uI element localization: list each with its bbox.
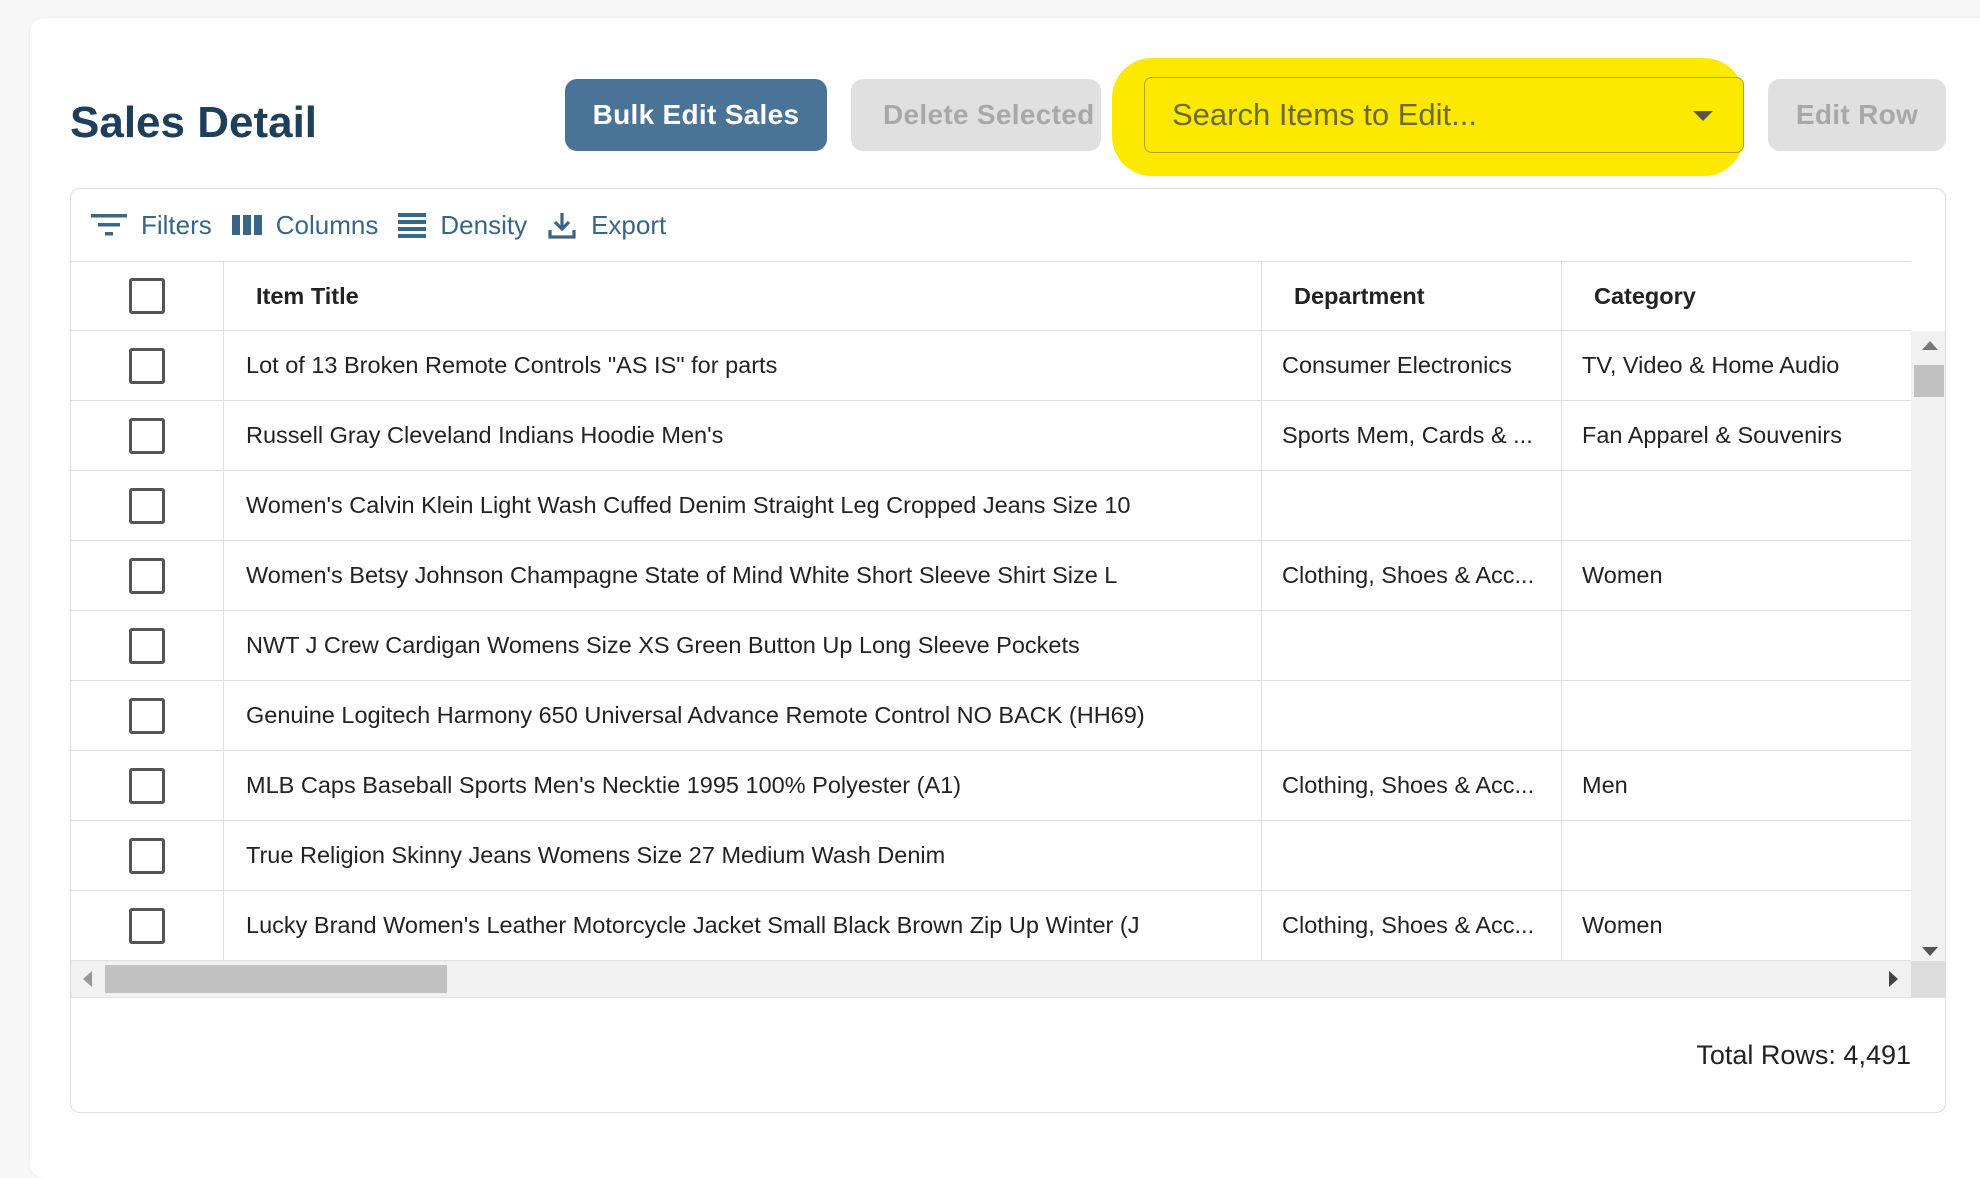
row-select-cell	[71, 331, 223, 400]
category-cell[interactable]	[1561, 821, 1911, 890]
page-title: Sales Detail	[70, 98, 318, 147]
row-select-cell	[71, 751, 223, 820]
download-icon	[548, 213, 576, 239]
department-cell[interactable]	[1261, 681, 1561, 750]
department-cell[interactable]	[1261, 611, 1561, 680]
horizontal-scrollbar[interactable]	[71, 961, 1911, 997]
category-cell[interactable]	[1561, 681, 1911, 750]
department-cell[interactable]: Clothing, Shoes & Acc...	[1261, 751, 1561, 820]
row-select-cell	[71, 471, 223, 540]
department-cell[interactable]: Sports Mem, Cards & ...	[1261, 401, 1561, 470]
item-title-cell[interactable]: NWT J Crew Cardigan Womens Size XS Green…	[223, 611, 1261, 680]
vertical-scroll-thumb[interactable]	[1914, 365, 1944, 397]
table-row[interactable]: Lot of 13 Broken Remote Controls "AS IS"…	[71, 331, 1911, 401]
item-title-cell[interactable]: True Religion Skinny Jeans Womens Size 2…	[223, 821, 1261, 890]
row-checkbox[interactable]	[129, 907, 165, 944]
total-rows-count: Total Rows: 4,491	[1696, 1040, 1911, 1070]
density-label: Density	[440, 209, 528, 240]
scroll-left-arrow-icon[interactable]	[83, 971, 92, 987]
select-all-checkbox[interactable]	[129, 278, 165, 314]
grid-header-row: Item Title Department Category	[71, 261, 1911, 331]
row-checkbox[interactable]	[129, 697, 165, 734]
table-row[interactable]: True Religion Skinny Jeans Womens Size 2…	[71, 821, 1911, 891]
grid-body: Lot of 13 Broken Remote Controls "AS IS"…	[71, 331, 1911, 961]
search-items-placeholder: Search Items to Edit...	[1172, 97, 1477, 132]
search-items-select[interactable]: Search Items to Edit...	[1144, 77, 1744, 153]
row-select-cell	[71, 891, 223, 960]
row-checkbox[interactable]	[129, 627, 165, 664]
scroll-up-arrow-icon[interactable]	[1922, 341, 1938, 350]
grid-footer: Total Rows: 4,491	[71, 997, 1945, 1112]
department-cell[interactable]: Clothing, Shoes & Acc...	[1261, 541, 1561, 610]
item-title-cell[interactable]: Genuine Logitech Harmony 650 Universal A…	[223, 681, 1261, 750]
table-row[interactable]: NWT J Crew Cardigan Womens Size XS Green…	[71, 611, 1911, 681]
delete-selected-button[interactable]: Delete Selected	[851, 79, 1101, 151]
department-cell[interactable]	[1261, 821, 1561, 890]
export-label: Export	[591, 209, 667, 240]
density-icon	[398, 213, 427, 238]
bulk-edit-sales-button[interactable]: Bulk Edit Sales	[565, 79, 827, 151]
vertical-scrollbar[interactable]	[1911, 331, 1945, 996]
filters-label: Filters	[141, 209, 212, 240]
category-cell[interactable]: Fan Apparel & Souvenirs	[1561, 401, 1911, 470]
table-row[interactable]: Women's Betsy Johnson Champagne State of…	[71, 541, 1911, 611]
item-title-cell[interactable]: Women's Calvin Klein Light Wash Cuffed D…	[223, 471, 1261, 540]
row-checkbox[interactable]	[129, 767, 165, 804]
table-row[interactable]: Lucky Brand Women's Leather Motorcycle J…	[71, 891, 1911, 961]
scroll-right-arrow-icon[interactable]	[1889, 971, 1898, 987]
table-row[interactable]: Women's Calvin Klein Light Wash Cuffed D…	[71, 471, 1911, 541]
horizontal-scroll-thumb[interactable]	[105, 965, 447, 993]
table-row[interactable]: MLB Caps Baseball Sports Men's Necktie 1…	[71, 751, 1911, 821]
columns-label: Columns	[275, 209, 379, 240]
department-cell[interactable]	[1261, 471, 1561, 540]
row-checkbox[interactable]	[129, 837, 165, 874]
filters-button[interactable]: Filters	[91, 210, 212, 241]
grid-toolbar: Filters Columns Density Export	[71, 189, 1945, 261]
department-cell[interactable]: Clothing, Shoes & Acc...	[1261, 891, 1561, 960]
row-checkbox[interactable]	[129, 557, 165, 594]
scroll-down-arrow-icon[interactable]	[1922, 947, 1938, 956]
column-header-department[interactable]: Department	[1261, 262, 1561, 330]
row-checkbox[interactable]	[129, 487, 165, 524]
row-select-cell	[71, 821, 223, 890]
column-header-category[interactable]: Category	[1561, 262, 1911, 330]
columns-button[interactable]: Columns	[231, 209, 379, 241]
dropdown-caret-icon[interactable]	[1693, 111, 1713, 121]
row-checkbox[interactable]	[129, 347, 165, 384]
category-cell[interactable]	[1561, 611, 1911, 680]
category-cell[interactable]: Women	[1561, 541, 1911, 610]
department-cell[interactable]: Consumer Electronics	[1261, 331, 1561, 400]
category-cell[interactable]: Women	[1561, 891, 1911, 960]
item-title-cell[interactable]: Lucky Brand Women's Leather Motorcycle J…	[223, 891, 1261, 960]
edit-row-button[interactable]: Edit Row	[1768, 79, 1946, 151]
category-cell[interactable]: Men	[1561, 751, 1911, 820]
row-select-cell	[71, 681, 223, 750]
columns-icon	[231, 215, 262, 235]
table-row[interactable]: Genuine Logitech Harmony 650 Universal A…	[71, 681, 1911, 751]
export-button[interactable]: Export	[547, 210, 666, 241]
select-all-cell	[71, 262, 223, 330]
row-select-cell	[71, 611, 223, 680]
row-select-cell	[71, 541, 223, 610]
scrollbar-corner	[1911, 961, 1945, 997]
data-grid: Filters Columns Density Export Item Titl…	[70, 188, 1946, 1113]
row-select-cell	[71, 401, 223, 470]
item-title-cell[interactable]: MLB Caps Baseball Sports Men's Necktie 1…	[223, 751, 1261, 820]
table-row[interactable]: Russell Gray Cleveland Indians Hoodie Me…	[71, 401, 1911, 471]
column-header-item-title[interactable]: Item Title	[223, 262, 1261, 330]
density-button[interactable]: Density	[398, 210, 527, 241]
item-title-cell[interactable]: Russell Gray Cleveland Indians Hoodie Me…	[223, 401, 1261, 470]
filter-icon	[91, 214, 127, 236]
item-title-cell[interactable]: Lot of 13 Broken Remote Controls "AS IS"…	[223, 331, 1261, 400]
item-title-cell[interactable]: Women's Betsy Johnson Champagne State of…	[223, 541, 1261, 610]
row-checkbox[interactable]	[129, 417, 165, 454]
category-cell[interactable]: TV, Video & Home Audio	[1561, 331, 1911, 400]
category-cell[interactable]	[1561, 471, 1911, 540]
